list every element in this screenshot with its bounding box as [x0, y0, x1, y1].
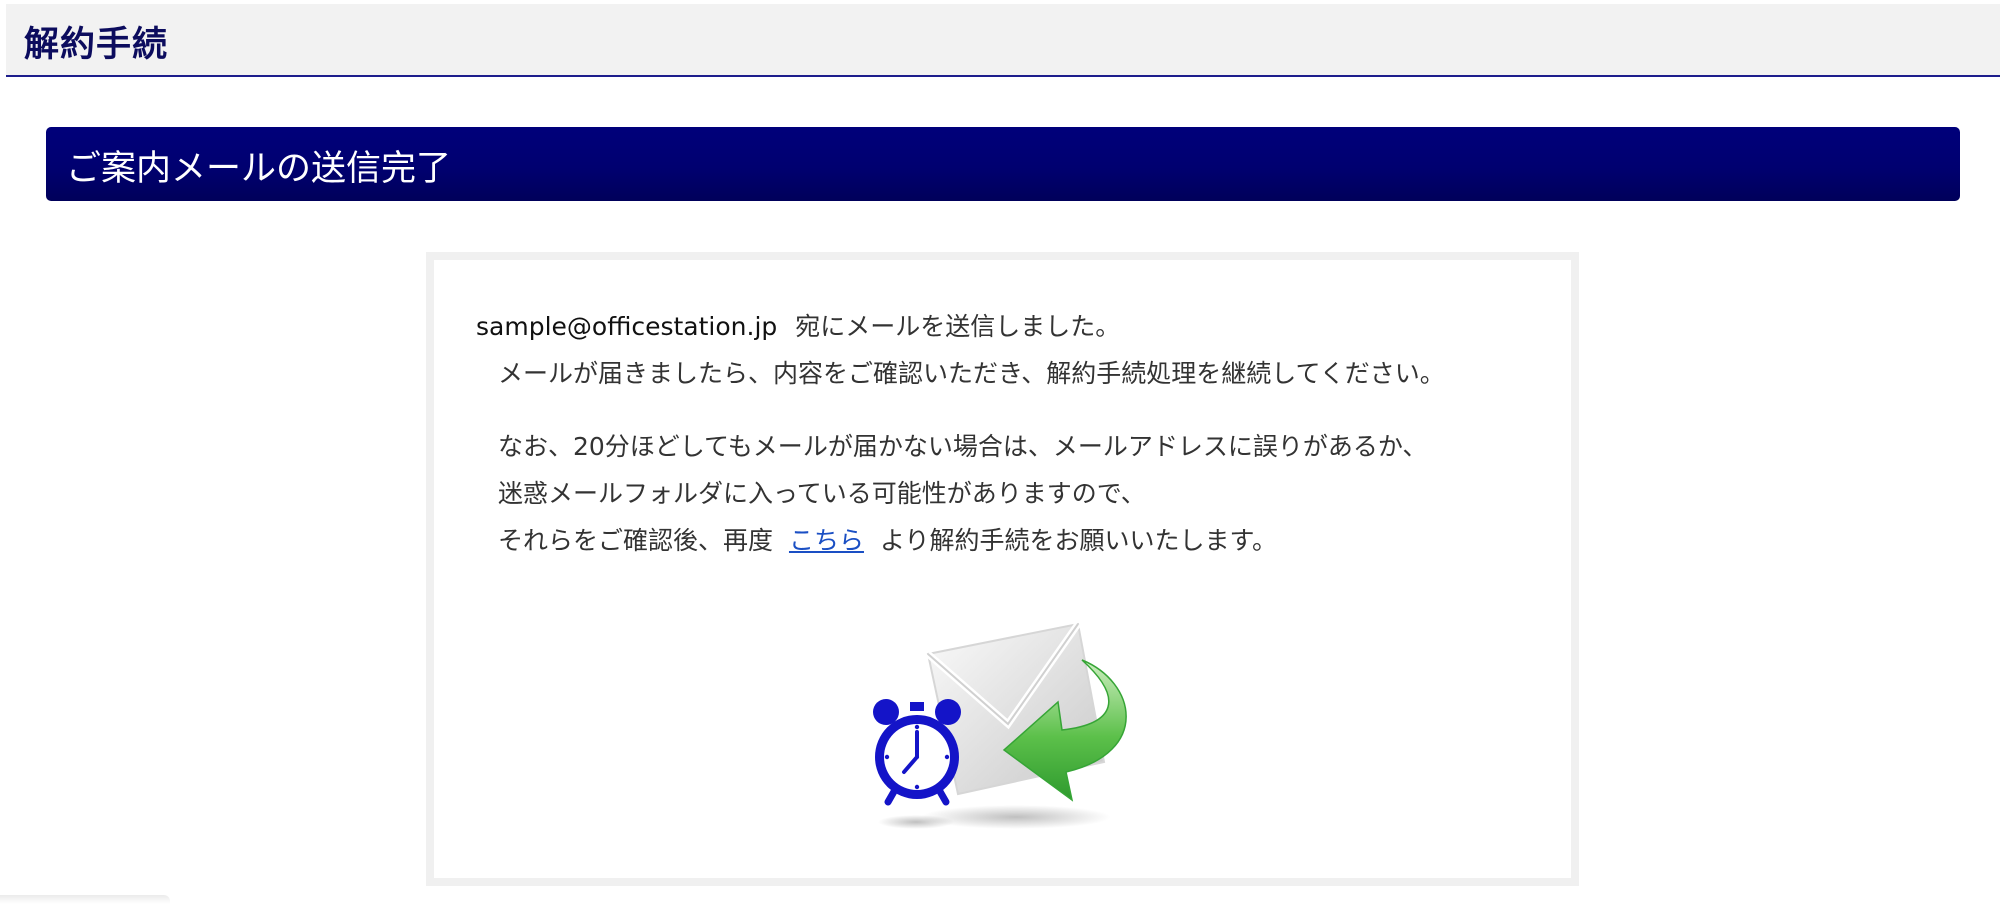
- message-line-3: なお、20分ほどしてもメールが届かない場合は、メールアドレスに誤りがあるか、: [498, 432, 1428, 461]
- page-title: 解約手続: [24, 25, 169, 65]
- message-line-1: sample@officestation.jp 宛にメールを送信しました。: [476, 307, 1120, 343]
- recipient-email: sample@officestation.jp: [476, 312, 778, 341]
- message-line-5: それらをご確認後、再度 こちら より解約手続をお願いいたします。: [498, 521, 1277, 557]
- message-line-4: 迷惑メールフォルダに入っている可能性がありますので、: [498, 479, 1146, 508]
- bottom-edge-shadow: [0, 895, 170, 904]
- retry-link[interactable]: こちら: [789, 526, 864, 555]
- message-line-1-suffix: 宛にメールを送信しました。: [795, 312, 1121, 341]
- section-title: ご案内メールの送信完了: [66, 149, 452, 189]
- message-card: sample@officestation.jp 宛にメールを送信しました。 メー…: [426, 252, 1579, 886]
- message-line-2: メールが届きましたら、内容をご確認いただき、解約手続処理を継続してください。: [498, 359, 1445, 388]
- mail-illustration: [873, 621, 1127, 829]
- page-header: 解約手続: [6, 4, 2000, 77]
- message-line-5-prefix: それらをご確認後、再度: [498, 526, 774, 555]
- section-banner: ご案内メールの送信完了: [46, 127, 1960, 201]
- message-line-5-suffix: より解約手続をお願いいたします。: [879, 526, 1277, 555]
